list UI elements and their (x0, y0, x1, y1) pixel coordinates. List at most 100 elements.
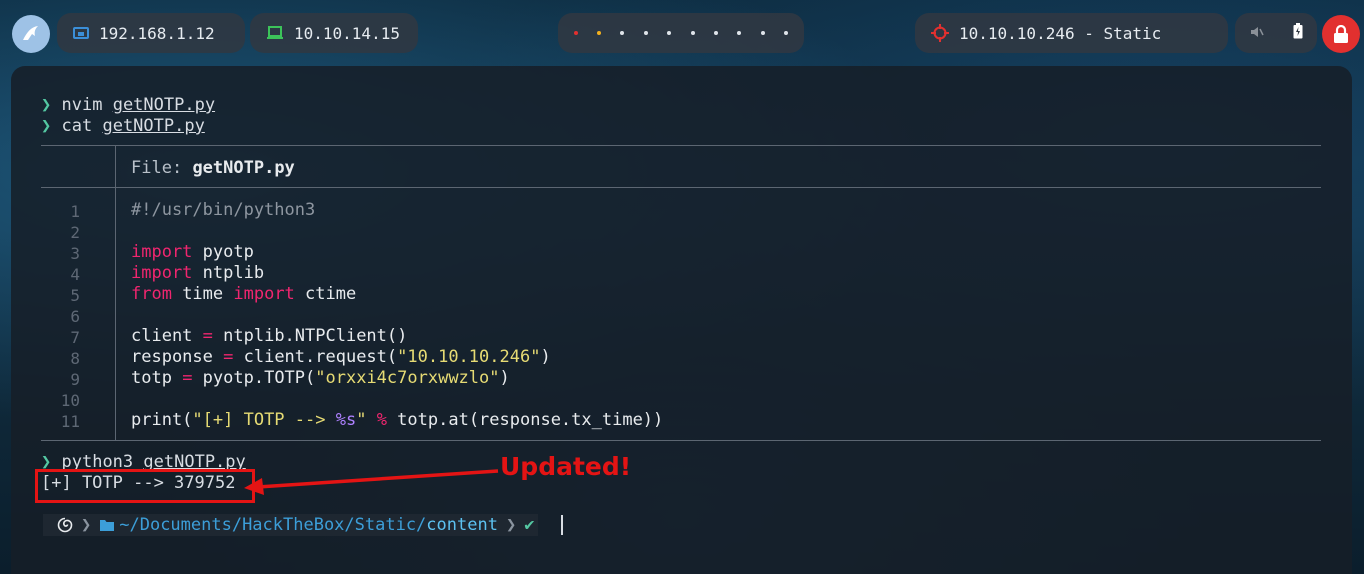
workspace-10[interactable] (784, 31, 789, 35)
code-line-9: totp = pyotp.TOTP("orxxi4c7orxwwzlo") (131, 368, 510, 389)
code-text: ntplib (192, 263, 265, 283)
system-tray (1235, 13, 1317, 53)
lock-button[interactable] (1322, 15, 1360, 53)
line-number: 4 (70, 265, 80, 284)
history-line-2: ❯ cat getNOTP.py (41, 116, 205, 137)
code-text: totp.at(response.tx_time)) (386, 410, 664, 430)
file-argument[interactable]: getNOTP.py (102, 116, 204, 136)
code-text: totp (131, 368, 183, 388)
line-number: 9 (70, 370, 80, 389)
workspace-1[interactable] (573, 31, 578, 35)
code-line-11: print("[+] TOTP --> %s" % totp.at(respon… (131, 410, 663, 431)
keyword: import (131, 263, 193, 283)
vpn-ip-widget[interactable]: 10.10.14.15 (250, 13, 418, 53)
history-line-1: ❯ nvim getNOTP.py (41, 95, 215, 116)
code-text: ) (540, 347, 551, 367)
workspace-switcher[interactable] (558, 13, 804, 53)
lock-icon (1334, 25, 1348, 43)
shell-prompt: ❯ ~/Documents/HackTheBox/Static/content … (43, 514, 539, 536)
file-header: File: getNOTP.py (131, 158, 295, 179)
workspace-6[interactable] (690, 31, 695, 35)
highlight-box (35, 469, 255, 503)
line-number: 8 (70, 349, 80, 368)
code-text: pyotp (192, 242, 254, 262)
code-text: client (131, 326, 203, 346)
workspace-4[interactable] (643, 31, 648, 35)
code-line-5: from time import ctime (131, 284, 356, 305)
workspace-8[interactable] (737, 31, 742, 35)
code-line-7: client = ntplib.NTPClient() (131, 326, 407, 347)
code-text: print( (131, 410, 193, 430)
bat-top-rule (41, 145, 1321, 146)
workspace-9[interactable] (760, 31, 765, 35)
code-text: time (171, 284, 234, 304)
shark-icon (23, 26, 38, 40)
debian-icon (43, 514, 77, 536)
target-text: 10.10.10.246 - Static (959, 23, 1162, 43)
workspace-3[interactable] (620, 31, 625, 35)
file-header-label: File: (131, 158, 183, 178)
annotation-label: Updated! (500, 452, 632, 481)
chevron-right-icon: ❯ (77, 514, 96, 536)
workspace-2[interactable] (597, 31, 602, 35)
file-header-name: getNOTP.py (192, 158, 295, 178)
target-widget[interactable]: 10.10.10.246 - Static (915, 13, 1228, 53)
volume-muted-icon[interactable] (1250, 24, 1264, 43)
command: cat (61, 116, 93, 136)
local-ip-widget[interactable]: 192.168.1.12 (57, 13, 245, 53)
string-literal: "10.10.10.246" (397, 347, 541, 367)
line-number: 6 (70, 307, 80, 326)
string-literal: "orxxi4c7orxwwzlo" (315, 368, 500, 388)
line-number: 7 (70, 328, 80, 347)
keyword: import (131, 242, 193, 262)
shebang: #!/usr/bin/python3 (131, 200, 316, 220)
prompt-symbol: ❯ (41, 116, 52, 136)
code-text: ) (499, 368, 510, 388)
chevron-right-icon: ❯ (501, 514, 521, 536)
command: nvim (61, 95, 103, 115)
operator: = (223, 347, 234, 367)
code-text: response (131, 347, 224, 367)
path-prefix: ~/Documents/HackTheBox/Static/ (119, 515, 427, 535)
code-line-8: response = client.request("10.10.10.246"… (131, 347, 551, 368)
line-number: 11 (60, 412, 80, 431)
vpn-ip-text: 10.10.14.15 (294, 23, 400, 43)
battery-icon[interactable] (1293, 23, 1303, 43)
code-text: ntplib.NTPClient() (212, 326, 408, 346)
string-literal: "[+] TOTP --> (192, 410, 336, 430)
bat-bottom-rule (41, 440, 1321, 441)
crosshair-icon (931, 24, 949, 42)
code-text: client.request( (233, 347, 398, 367)
bat-gutter-rule-header (115, 145, 116, 187)
code-line-4: import ntplib (131, 263, 264, 284)
local-ip-text: 192.168.1.12 (99, 23, 215, 43)
keyword: from (131, 284, 172, 304)
workspace-5[interactable] (667, 31, 672, 35)
ethernet-icon (73, 26, 89, 40)
format-specifier: %s (335, 410, 357, 430)
folder-icon (100, 520, 115, 531)
check-icon: ✔ (520, 514, 539, 536)
line-number: 5 (70, 286, 80, 305)
distro-logo-button[interactable] (12, 15, 50, 53)
text-cursor (561, 515, 563, 535)
code-text: pyotp.TOTP( (192, 368, 316, 388)
laptop-icon (266, 26, 284, 40)
operator: % (366, 410, 387, 430)
annotation-arrow (244, 469, 499, 495)
folder-path[interactable]: ~/Documents/HackTheBox/Static/content (95, 514, 502, 536)
line-number: 2 (70, 223, 80, 242)
bat-gutter-rule (115, 187, 116, 440)
workspace-7[interactable] (714, 31, 719, 35)
top-bar: 192.168.1.12 10.10.14.15 10.10.10.246 - … (0, 0, 1364, 66)
path-current: content (426, 515, 498, 535)
prompt-symbol: ❯ (41, 95, 52, 115)
string-literal: " (356, 410, 367, 430)
file-argument[interactable]: getNOTP.py (113, 95, 215, 115)
operator: = (182, 368, 193, 388)
line-number: 10 (60, 391, 80, 410)
code-line-1: #!/usr/bin/python3 (131, 200, 315, 221)
keyword: import (233, 284, 295, 304)
code-line-3: import pyotp (131, 242, 254, 263)
code-text: ctime (294, 284, 357, 304)
